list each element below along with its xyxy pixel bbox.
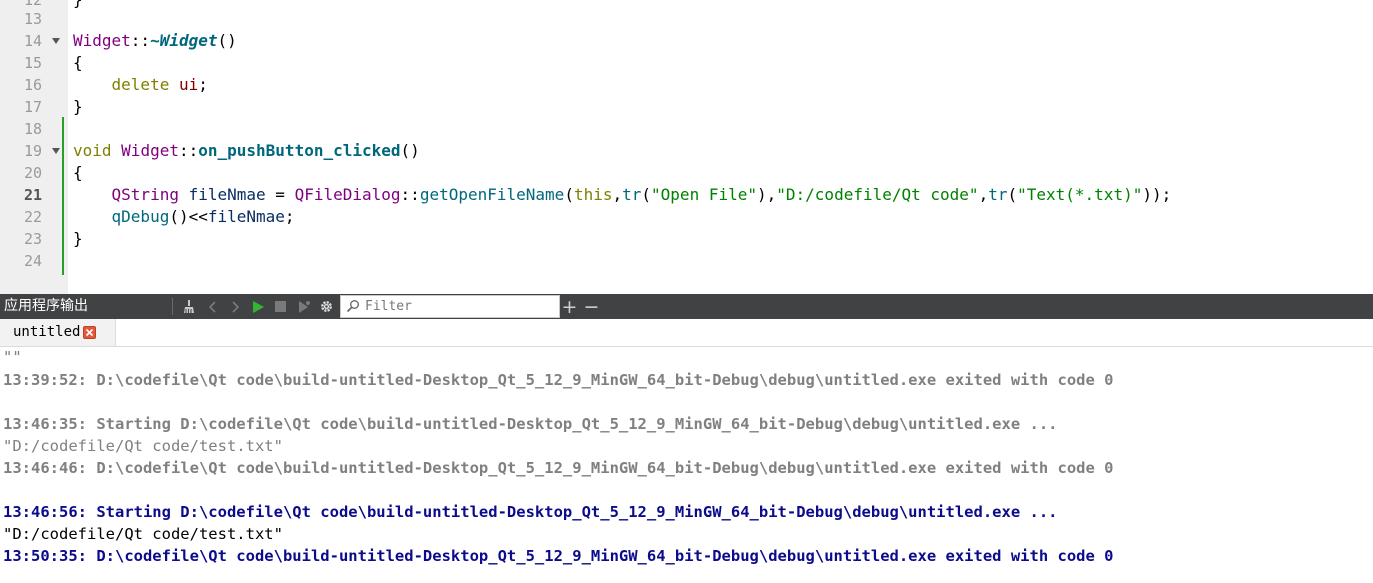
gear-icon[interactable]: [317, 297, 336, 316]
output-line: 13:46:35: Starting D:\codefile\Qt code\b…: [3, 415, 1058, 433]
chevron-right-icon[interactable]: [225, 297, 244, 316]
code-editor[interactable]: 12 13 14 15 16 17 18 19 20 21 22 23 24 }…: [0, 0, 1373, 294]
line-number: 23: [23, 230, 42, 248]
output-line: "D:/codefile/Qt code/test.txt": [3, 437, 283, 455]
application-output[interactable]: "" 13:39:52: D:\codefile\Qt code\build-u…: [0, 347, 1373, 583]
line-number: 17: [23, 98, 42, 116]
code-line-21: QString fileNmae = QFileDialog::getOpenF…: [111, 185, 1172, 204]
output-pane-title: 应用程序输出: [4, 298, 88, 314]
line-number: 22: [23, 208, 42, 226]
line-number: 14: [0, 30, 68, 52]
line-number: 15: [23, 54, 42, 72]
filter-input[interactable]: [365, 296, 555, 317]
fold-arrow-icon[interactable]: [52, 148, 60, 154]
add-output-button[interactable]: +: [560, 296, 579, 318]
remove-output-button[interactable]: −: [582, 296, 601, 318]
debug-run-icon[interactable]: [294, 297, 313, 316]
code-line-12: }: [73, 0, 83, 11]
output-line: 13:46:46: D:\codefile\Qt code\build-unti…: [3, 459, 1114, 477]
output-pane-toolbar: 应用程序输出 + −: [0, 294, 1373, 319]
tab-label: untitled: [13, 324, 81, 340]
output-line: 13:50:35: D:\codefile\Qt code\build-unti…: [3, 547, 1114, 565]
code-line-15: {: [73, 53, 83, 72]
tab-untitled[interactable]: untitled: [0, 319, 116, 346]
run-icon[interactable]: [248, 297, 267, 316]
line-number: 24: [23, 252, 42, 270]
line-number: 20: [23, 164, 42, 182]
change-marker: [62, 117, 64, 275]
close-icon[interactable]: [83, 326, 96, 339]
code-line-20: {: [73, 163, 83, 182]
line-number: 19: [0, 140, 68, 162]
output-tab-strip: untitled: [0, 319, 1373, 347]
line-number: 18: [23, 120, 42, 138]
code-line-14: Widget::~Widget(): [73, 31, 237, 50]
toolbar-separator: [172, 298, 173, 315]
broom-icon[interactable]: [180, 297, 199, 316]
code-line-22: qDebug()<<fileNmae;: [111, 207, 295, 226]
fold-arrow-icon[interactable]: [52, 38, 60, 44]
code-line-23: }: [73, 229, 83, 248]
search-icon: [346, 300, 359, 313]
stop-icon[interactable]: [271, 297, 290, 316]
code-line-16: delete ui;: [111, 75, 208, 94]
output-line: 13:39:52: D:\codefile\Qt code\build-unti…: [3, 371, 1114, 389]
line-number-gutter: 12 13 14 15 16 17 18 19 20 21 22 23 24: [0, 0, 68, 294]
chevron-left-icon[interactable]: [203, 297, 222, 316]
filter-field[interactable]: [340, 295, 560, 318]
code-line-17: }: [73, 97, 83, 116]
line-number-current: 21: [23, 186, 42, 204]
line-number: 16: [23, 76, 42, 94]
output-line: "": [3, 348, 22, 366]
output-line: 13:46:56: Starting D:\codefile\Qt code\b…: [3, 503, 1058, 521]
code-line-19: void Widget::on_pushButton_clicked(): [73, 141, 420, 160]
line-number: 13: [23, 10, 42, 28]
output-line: "D:/codefile/Qt code/test.txt": [3, 525, 283, 543]
qt-creator-window: 12 13 14 15 16 17 18 19 20 21 22 23 24 }…: [0, 0, 1373, 583]
